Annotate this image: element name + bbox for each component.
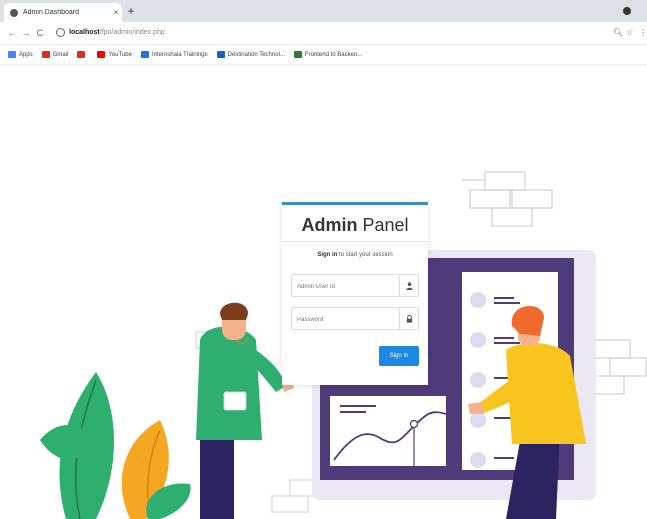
signin-button[interactable]: Sign In: [379, 346, 419, 366]
bookmark-label: Apps: [19, 51, 33, 58]
profile-icon[interactable]: [623, 7, 631, 15]
bookmark-label: YouTube: [108, 51, 132, 58]
reload-icon[interactable]: C: [34, 25, 46, 41]
login-card: Admin Panel Sign in to start your sessio…: [282, 202, 428, 385]
bookmark-internshala[interactable]: Internshala Trainings: [140, 51, 208, 58]
login-title: Admin Panel: [282, 205, 428, 242]
apps-grid-icon: [8, 51, 16, 58]
bookmarks-bar: Apps Gmail YouTube Internshala Trainings…: [0, 45, 647, 65]
brick-wall-top: [462, 171, 553, 227]
bookmark-frontend[interactable]: Frontend to Backen...: [293, 51, 363, 58]
gmail-icon: [41, 51, 50, 58]
msg-rest: to start your session: [337, 252, 393, 258]
forward-icon[interactable]: →: [20, 25, 32, 41]
url-host: localhost: [69, 29, 100, 36]
star-icon[interactable]: ☆: [626, 25, 633, 41]
title-rest: Panel: [357, 215, 409, 235]
msg-bold: Sign in: [317, 252, 338, 258]
title-bold: Admin: [301, 215, 358, 235]
password-input[interactable]: [292, 309, 399, 331]
bookmark-destination[interactable]: Destination Technol...: [216, 51, 285, 58]
login-message: Sign in to start your session: [291, 252, 419, 258]
browser-tabstrip: Admin Dashboard × +: [0, 0, 647, 22]
bookmark-apps[interactable]: Apps: [8, 51, 33, 58]
internshala-icon: [140, 51, 149, 58]
userid-field: [291, 274, 419, 298]
userid-input[interactable]: [292, 276, 399, 298]
man-left: [196, 302, 294, 519]
new-tab-button[interactable]: +: [124, 3, 138, 19]
login-body: Sign in to start your session: [282, 242, 428, 331]
plant-left: [40, 372, 191, 519]
bookmark-gmail-2[interactable]: [77, 51, 88, 58]
bookmark-label: Frontend to Backen...: [304, 51, 363, 58]
frontend-icon: [293, 51, 302, 58]
tab-close-icon[interactable]: ×: [110, 8, 122, 17]
user-icon: [399, 275, 418, 296]
lock-icon: [399, 308, 418, 329]
browser-tab[interactable]: Admin Dashboard ×: [4, 3, 122, 22]
site-info-icon[interactable]: [56, 27, 65, 37]
bookmark-label: Destination Technol...: [227, 51, 285, 58]
gmail-icon: [77, 51, 86, 58]
back-icon[interactable]: ←: [6, 25, 18, 41]
bookmark-label: Gmail: [52, 51, 69, 58]
url-path: /fpo/admin/index.php: [99, 29, 165, 36]
bookmark-youtube[interactable]: YouTube: [97, 51, 132, 58]
address-bar[interactable]: localhost/fpo/admin/index.php: [56, 26, 165, 40]
menu-icon[interactable]: ⋮: [639, 25, 647, 41]
bookmark-gmail[interactable]: Gmail: [41, 51, 69, 58]
bookmark-label: Internshala Trainings: [151, 51, 208, 58]
youtube-icon: [97, 51, 106, 58]
browser-toolbar: ← → C localhost/fpo/admin/index.php 🔍︎ ☆…: [0, 22, 647, 45]
password-field: [291, 307, 419, 331]
destination-icon: [216, 51, 225, 58]
tab-favicon-icon: [10, 8, 18, 17]
zoom-icon[interactable]: 🔍︎: [613, 25, 623, 41]
tab-title: Admin Dashboard: [23, 9, 80, 16]
